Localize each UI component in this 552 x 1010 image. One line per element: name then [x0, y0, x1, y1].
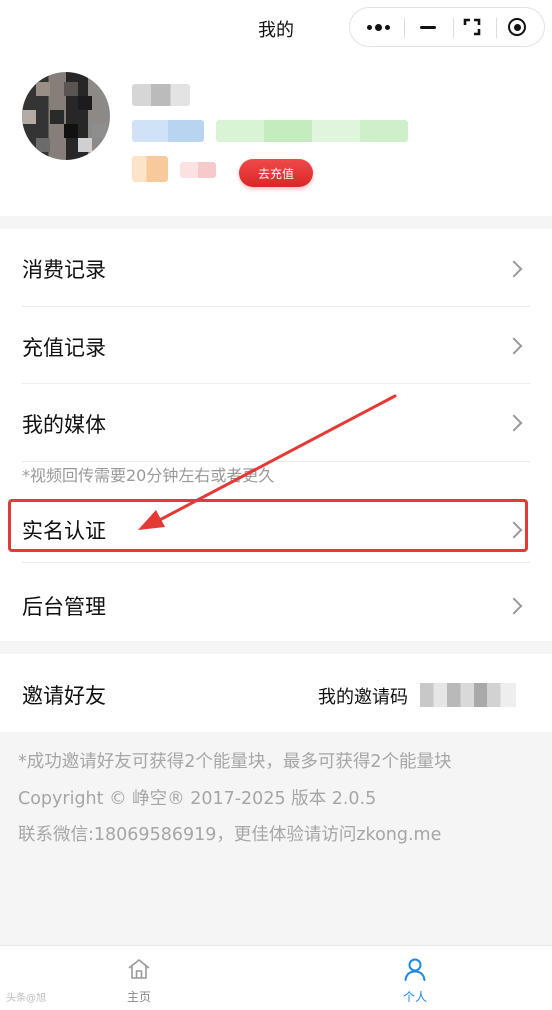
- tab-label: 主页: [126, 990, 151, 1004]
- switch-icon[interactable]: [448, 8, 496, 46]
- balance-value-mask: [180, 162, 216, 178]
- close-target-icon[interactable]: [493, 8, 541, 46]
- invite-friends-row[interactable]: 邀请好友 我的邀请码: [0, 654, 552, 732]
- menu-item-my-media[interactable]: 我的媒体: [0, 384, 552, 460]
- menu-item-recharge-records[interactable]: 充值记录: [0, 307, 552, 383]
- user-info-mask: [216, 120, 408, 142]
- invite-friends-label: 邀请好友: [22, 684, 106, 708]
- balance-mask: [132, 156, 168, 182]
- media-note: *视频回传需要20分钟左右或者更久: [22, 466, 275, 485]
- chevron-right-icon: [505, 260, 523, 278]
- recharge-button[interactable]: 去充值: [239, 159, 313, 187]
- menu-list: 消费记录 充值记录 我的媒体 *视频回传需要20分钟左右或者更久 实名认证 后台…: [0, 229, 552, 641]
- home-icon: [128, 959, 150, 979]
- menu-item-label: 消费记录: [22, 258, 106, 282]
- copyright-text: Copyright © 峥空® 2017-2025 版本 2.0.5: [18, 788, 377, 809]
- menu-item-label: 后台管理: [22, 595, 106, 619]
- username-mask: [132, 84, 190, 106]
- contact-text: 联系微信:18069586919，更佳体验请访问zkong.me: [18, 825, 442, 845]
- minimize-icon[interactable]: [404, 8, 452, 46]
- menu-item-label: 充值记录: [22, 336, 106, 360]
- invite-code-mask: [420, 683, 516, 707]
- mini-program-capsule: [349, 7, 545, 47]
- invite-reward-note: *成功邀请好友可获得2个能量块，最多可获得2个能量块: [18, 752, 452, 772]
- avatar[interactable]: [22, 72, 110, 160]
- user-id-mask: [132, 120, 204, 142]
- menu-item-backend-management[interactable]: 后台管理: [0, 565, 552, 641]
- chevron-right-icon: [505, 597, 523, 615]
- tab-personal[interactable]: 个人: [375, 956, 455, 1005]
- watermark: 头条@旭: [6, 993, 46, 1004]
- chevron-right-icon: [505, 414, 523, 432]
- chevron-right-icon: [505, 337, 523, 355]
- tab-label: 个人: [402, 990, 427, 1004]
- profile-header: 去充值: [0, 56, 552, 216]
- footer-info: *成功邀请好友可获得2个能量块，最多可获得2个能量块 Copyright © 峥…: [18, 744, 538, 854]
- menu-item-consumption-records[interactable]: 消费记录: [0, 229, 552, 305]
- top-nav-bar: 我的: [0, 0, 552, 56]
- menu-item-label: 我的媒体: [22, 413, 106, 437]
- invite-code-label: 我的邀请码: [318, 687, 408, 708]
- more-dots-icon[interactable]: [354, 8, 402, 46]
- highlight-box: [8, 499, 528, 552]
- tab-home[interactable]: 主页: [99, 956, 179, 1005]
- person-icon: [404, 958, 426, 981]
- bottom-tab-bar: 主页 个人: [0, 945, 552, 1010]
